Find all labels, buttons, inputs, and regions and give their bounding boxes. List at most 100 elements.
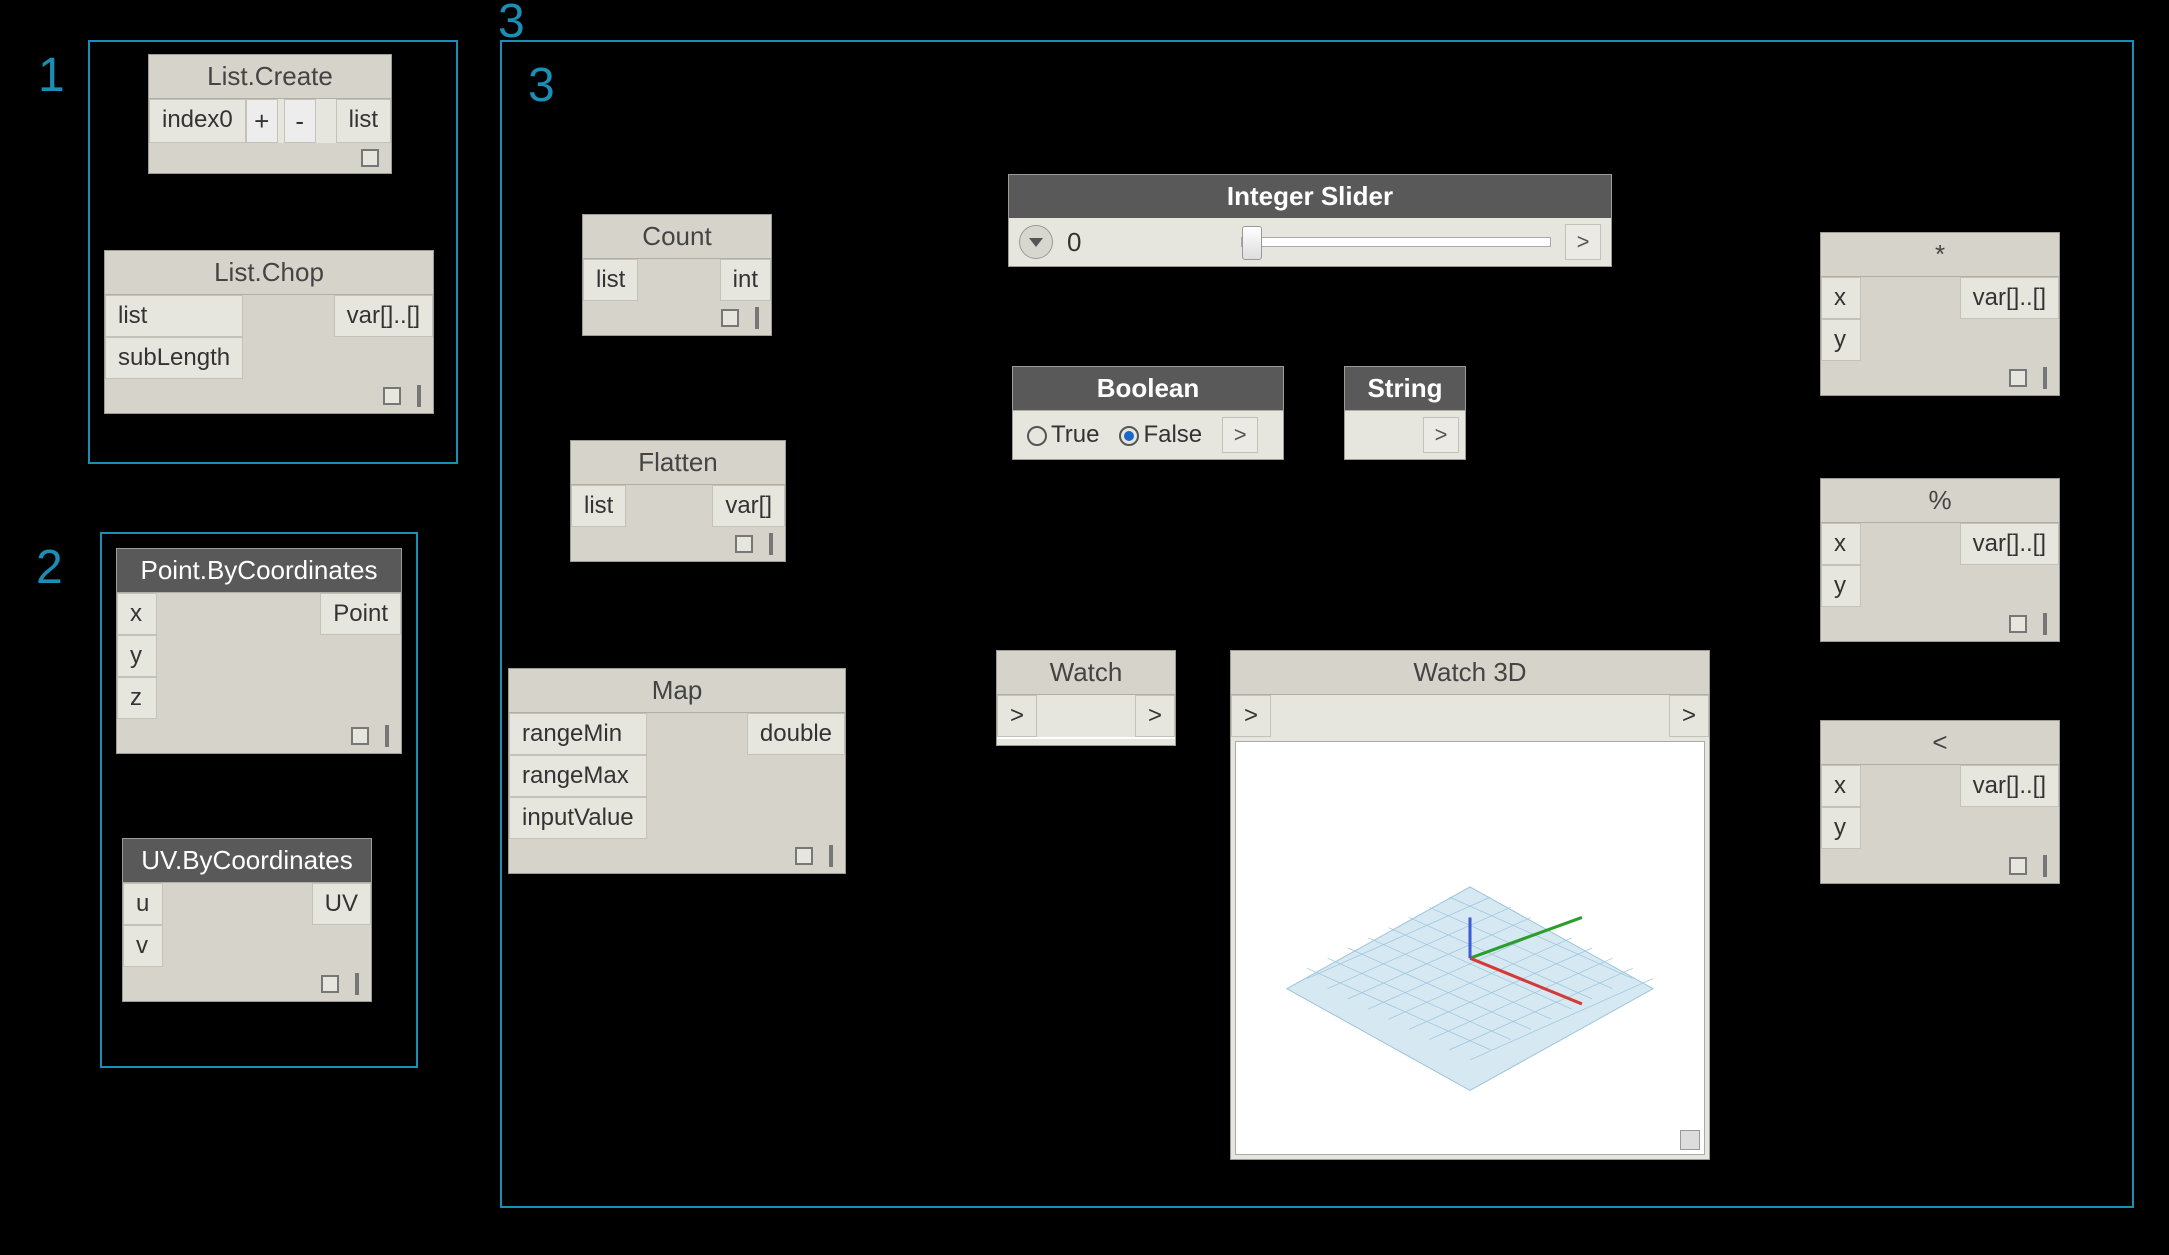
radio-false-text: False	[1143, 421, 1202, 448]
input-port-z[interactable]: z	[117, 677, 157, 719]
node-title: Map	[509, 669, 845, 713]
preview-checkbox[interactable]	[721, 309, 739, 327]
node-title: Count	[583, 215, 771, 259]
output-port-var[interactable]: var[]	[712, 485, 785, 527]
input-port-list[interactable]: list	[583, 259, 638, 301]
node-lessthan[interactable]: < x y var[]..[]	[1820, 720, 2060, 884]
output-port[interactable]: >	[1669, 695, 1709, 737]
lacing-icon[interactable]	[2043, 613, 2047, 635]
node-multiply[interactable]: * x y var[]..[]	[1820, 232, 2060, 396]
output-port-var[interactable]: var[]..[]	[1960, 765, 2059, 807]
preview-checkbox[interactable]	[383, 387, 401, 405]
radio-false-label[interactable]: False	[1119, 421, 1202, 449]
resize-handle-icon[interactable]	[1680, 1130, 1700, 1150]
node-modulo[interactable]: % x y var[]..[]	[1820, 478, 2060, 642]
string-input[interactable]	[1345, 412, 1417, 458]
node-list-create[interactable]: List.Create index0 + - list	[148, 54, 392, 174]
node-list-chop[interactable]: List.Chop list subLength var[]..[]	[104, 250, 434, 414]
lacing-icon[interactable]	[355, 973, 359, 995]
node-title: Watch 3D	[1231, 651, 1709, 695]
preview-checkbox[interactable]	[351, 727, 369, 745]
lacing-icon[interactable]	[2043, 855, 2047, 877]
lacing-icon[interactable]	[829, 845, 833, 867]
input-port[interactable]: >	[1231, 695, 1271, 737]
node-watch[interactable]: Watch > >	[996, 650, 1176, 746]
node-title: UV.ByCoordinates	[123, 839, 371, 883]
input-port[interactable]: >	[997, 695, 1037, 737]
node-title: Point.ByCoordinates	[117, 549, 401, 593]
node-footer	[149, 143, 391, 173]
radio-false[interactable]	[1119, 426, 1139, 446]
output-port-int[interactable]: int	[720, 259, 771, 301]
node-title: Watch	[997, 651, 1175, 695]
output-port-point[interactable]: Point	[320, 593, 401, 635]
node-boolean[interactable]: Boolean True False >	[1012, 366, 1284, 460]
input-port-list[interactable]: list	[105, 295, 243, 337]
input-port-index0[interactable]: index0	[149, 99, 246, 143]
input-port-list[interactable]: list	[571, 485, 626, 527]
input-port-x[interactable]: x	[117, 593, 157, 635]
lacing-icon[interactable]	[417, 385, 421, 407]
preview-checkbox[interactable]	[2009, 857, 2027, 875]
slider-track[interactable]	[1241, 237, 1551, 247]
output-port-var[interactable]: var[]..[]	[1960, 277, 2059, 319]
output-port-list[interactable]: list	[336, 99, 391, 143]
node-title: String	[1345, 367, 1465, 411]
input-port-rangemin[interactable]: rangeMin	[509, 713, 647, 755]
input-port-x[interactable]: x	[1821, 765, 1861, 807]
node-watch-3d[interactable]: Watch 3D > >	[1230, 650, 1710, 1160]
preview-checkbox[interactable]	[2009, 369, 2027, 387]
add-port-button[interactable]: +	[246, 99, 278, 143]
preview-checkbox[interactable]	[361, 149, 379, 167]
input-port-sublength[interactable]: subLength	[105, 337, 243, 379]
remove-port-button[interactable]: -	[284, 99, 316, 143]
radio-true[interactable]	[1027, 426, 1047, 446]
watch-content	[997, 737, 1175, 745]
node-title: Flatten	[571, 441, 785, 485]
input-port-u[interactable]: u	[123, 883, 163, 925]
node-count[interactable]: Count list int	[582, 214, 772, 336]
input-port-x[interactable]: x	[1821, 277, 1861, 319]
lacing-icon[interactable]	[385, 725, 389, 747]
input-port-v[interactable]: v	[123, 925, 163, 967]
input-port-y[interactable]: y	[1821, 565, 1861, 607]
lacing-icon[interactable]	[769, 533, 773, 555]
node-string[interactable]: String >	[1344, 366, 1466, 460]
lacing-icon[interactable]	[2043, 367, 2047, 389]
preview-checkbox[interactable]	[735, 535, 753, 553]
node-title: Boolean	[1013, 367, 1283, 411]
node-point-bycoordinates[interactable]: Point.ByCoordinates x y z Point	[116, 548, 402, 754]
output-port[interactable]: >	[1565, 224, 1601, 260]
node-uv-bycoordinates[interactable]: UV.ByCoordinates u v UV	[122, 838, 372, 1002]
output-port-double[interactable]: double	[747, 713, 845, 755]
preview-checkbox[interactable]	[321, 975, 339, 993]
slider-thumb[interactable]	[1242, 226, 1262, 260]
node-title: Integer Slider	[1009, 175, 1611, 218]
node-title: *	[1821, 233, 2059, 277]
group-number-2: 2	[36, 540, 63, 595]
node-integer-slider[interactable]: Integer Slider 0 >	[1008, 174, 1612, 267]
lacing-icon[interactable]	[755, 307, 759, 329]
input-port-y[interactable]: y	[117, 635, 157, 677]
input-port-y[interactable]: y	[1821, 807, 1861, 849]
input-port-x[interactable]: x	[1821, 523, 1861, 565]
input-port-inputvalue[interactable]: inputValue	[509, 797, 647, 839]
output-port-var[interactable]: var[]..[]	[1960, 523, 2059, 565]
watch3d-viewport[interactable]	[1235, 741, 1705, 1155]
preview-checkbox[interactable]	[2009, 615, 2027, 633]
slider-value[interactable]: 0	[1067, 227, 1227, 258]
output-port[interactable]: >	[1423, 417, 1459, 453]
output-port[interactable]: >	[1222, 417, 1258, 453]
output-port[interactable]: >	[1135, 695, 1175, 737]
output-port-uv[interactable]: UV	[312, 883, 371, 925]
watch3d-scene	[1236, 742, 1704, 1154]
input-port-y[interactable]: y	[1821, 319, 1861, 361]
output-port-var[interactable]: var[]..[]	[334, 295, 433, 337]
node-title: List.Chop	[105, 251, 433, 295]
node-flatten[interactable]: Flatten list var[]	[570, 440, 786, 562]
node-map[interactable]: Map rangeMin rangeMax inputValue double	[508, 668, 846, 874]
preview-checkbox[interactable]	[795, 847, 813, 865]
input-port-rangemax[interactable]: rangeMax	[509, 755, 647, 797]
radio-true-label[interactable]: True	[1027, 421, 1099, 449]
expand-button[interactable]	[1019, 225, 1053, 259]
